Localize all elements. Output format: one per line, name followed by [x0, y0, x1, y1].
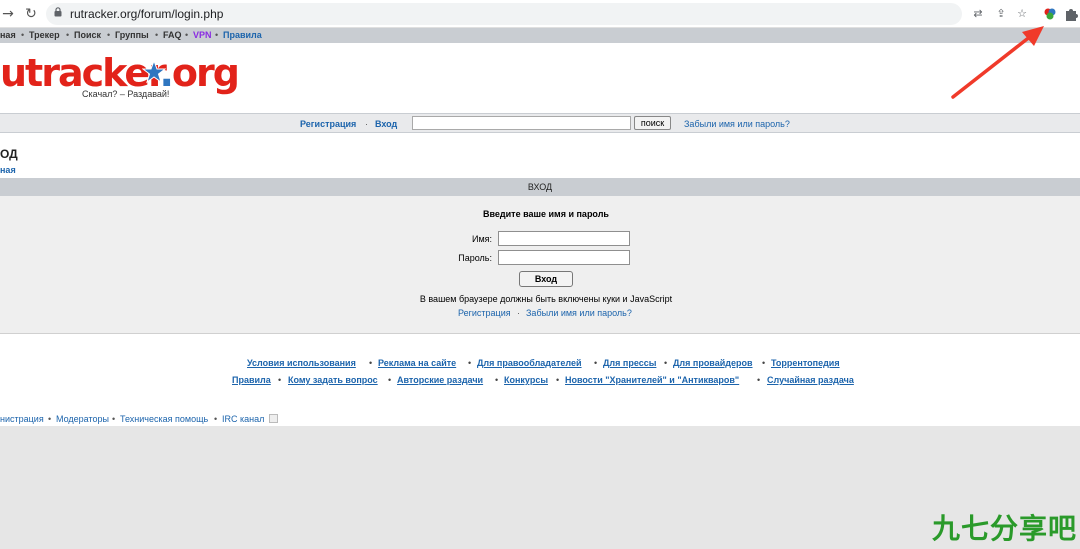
nav-separator: •	[215, 30, 219, 40]
footer-link-keepers-news[interactable]: Новости "Хранителей" и "Антикваров"	[565, 375, 739, 385]
footer-separator: •	[468, 358, 472, 368]
footer-link-who-to-ask[interactable]: Кому задать вопрос	[288, 375, 378, 385]
footer-separator: •	[757, 375, 761, 385]
password-input[interactable]	[498, 250, 630, 265]
login-heading: Введите ваше имя и пароль	[483, 209, 609, 219]
footer-link-random[interactable]: Случайная раздача	[767, 375, 854, 385]
nav-item-faq[interactable]: FAQ	[163, 30, 182, 40]
panel-forgot-link[interactable]: Забыли имя или пароль?	[526, 308, 632, 318]
nav-separator: •	[155, 30, 159, 40]
site-logo[interactable]: utracker.org	[0, 51, 240, 95]
irc-icon[interactable]	[269, 414, 278, 423]
register-link[interactable]: Регистрация	[300, 119, 356, 129]
footer-link-torrentopedia[interactable]: Торрентопедия	[771, 358, 840, 368]
site-nav: ная • Трекер • Поиск • Группы • FAQ • VP…	[0, 28, 1080, 43]
footer-link-press[interactable]: Для прессы	[603, 358, 656, 368]
bottom-link-tech-help[interactable]: Техническая помощь	[120, 414, 208, 424]
lock-icon	[54, 7, 62, 17]
password-label: Пароль:	[458, 253, 492, 263]
footer-separator: •	[369, 358, 373, 368]
footer-link-providers[interactable]: Для провайдеров	[673, 358, 753, 368]
nav-item-vpn[interactable]: VPN	[193, 30, 212, 40]
nav-item-home[interactable]: ная	[0, 30, 16, 40]
reload-icon[interactable]: ↻	[23, 5, 39, 23]
page-title: ОД	[0, 147, 18, 161]
login-bar-separator: ·	[365, 119, 368, 129]
footer-link-contests[interactable]: Конкурсы	[504, 375, 548, 385]
bottom-link-administration[interactable]: нистрация	[0, 414, 44, 424]
username-input[interactable]	[498, 231, 630, 246]
panel-separator: ·	[517, 308, 520, 318]
login-submit-button[interactable]: Вход	[519, 271, 573, 287]
watermark-logo: 九七分享吧	[932, 512, 1078, 545]
footer-separator: •	[762, 358, 766, 368]
search-button[interactable]: поиск	[634, 116, 671, 130]
forgot-password-link[interactable]: Забыли имя или пароль?	[684, 119, 790, 129]
nav-item-groups[interactable]: Группы	[115, 30, 149, 40]
annotation-arrow-icon	[951, 26, 1044, 99]
footer-link-copyright[interactable]: Для правообладателей	[477, 358, 582, 368]
cookie-notice: В вашем браузере должны быть включены ку…	[419, 294, 673, 304]
url-text: rutracker.org/forum/login.php	[70, 7, 224, 21]
footer-link-rules[interactable]: Правила	[232, 375, 271, 385]
footer-link-ads[interactable]: Реклама на сайте	[378, 358, 456, 368]
nav-separator: •	[66, 30, 70, 40]
forward-arrow-icon[interactable]: →	[0, 5, 16, 23]
bottom-link-irc[interactable]: IRC канал	[222, 414, 264, 424]
nav-item-tracker[interactable]: Трекер	[29, 30, 60, 40]
nav-separator: •	[107, 30, 111, 40]
username-label: Имя:	[471, 234, 492, 244]
bottom-separator: •	[112, 414, 116, 424]
nav-item-search[interactable]: Поиск	[74, 30, 101, 40]
puzzle-icon[interactable]	[1064, 6, 1078, 22]
footer-link-author-releases[interactable]: Авторские раздачи	[397, 375, 483, 385]
login-link[interactable]: Вход	[375, 119, 397, 129]
footer-separator: •	[495, 375, 499, 385]
logo-text-org: org	[171, 51, 240, 95]
footer-link-terms[interactable]: Условия использования	[247, 358, 356, 368]
footer-separator: •	[556, 375, 560, 385]
logo-slogan: Скачал? – Раздавай!	[82, 89, 170, 99]
logo-star-icon	[142, 60, 166, 84]
footer-separator: •	[664, 358, 668, 368]
nav-separator: •	[185, 30, 189, 40]
breadcrumb[interactable]: ная	[0, 165, 16, 175]
quick-search-input[interactable]	[412, 116, 631, 130]
bottom-separator: •	[214, 414, 218, 424]
panel-register-link[interactable]: Регистрация	[458, 308, 511, 318]
login-panel-header: ВХОД	[0, 178, 1080, 196]
footer-separator: •	[594, 358, 598, 368]
footer-separator: •	[388, 375, 392, 385]
nav-separator: •	[21, 30, 25, 40]
footer-separator: •	[278, 375, 282, 385]
bottom-separator: •	[48, 414, 52, 424]
bottom-link-moderators[interactable]: Модераторы	[56, 414, 109, 424]
nav-item-rules[interactable]: Правила	[223, 30, 262, 40]
